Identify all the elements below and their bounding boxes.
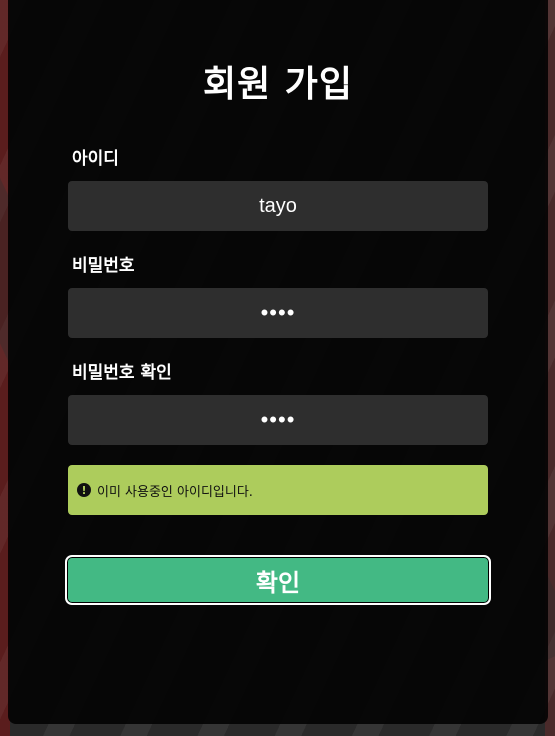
error-message: 이미 사용중인 아이디입니다. <box>97 484 253 500</box>
page-title: 회원 가입 <box>202 64 353 105</box>
password-confirm-input[interactable] <box>68 395 488 445</box>
signup-card: 회원 가입 아이디 비밀번호 비밀번호 확인 ! 이미 사용중인 아이디입니다.… <box>8 0 548 724</box>
password-label: 비밀번호 <box>72 256 135 276</box>
id-input[interactable] <box>68 181 488 231</box>
error-alert: ! 이미 사용중인 아이디입니다. <box>68 465 488 515</box>
exclamation-circle-icon: ! <box>77 483 91 497</box>
password-input[interactable] <box>68 288 488 338</box>
id-label: 아이디 <box>72 149 119 169</box>
password-confirm-label: 비밀번호 확인 <box>72 363 172 383</box>
submit-button[interactable]: 확인 <box>65 555 491 605</box>
